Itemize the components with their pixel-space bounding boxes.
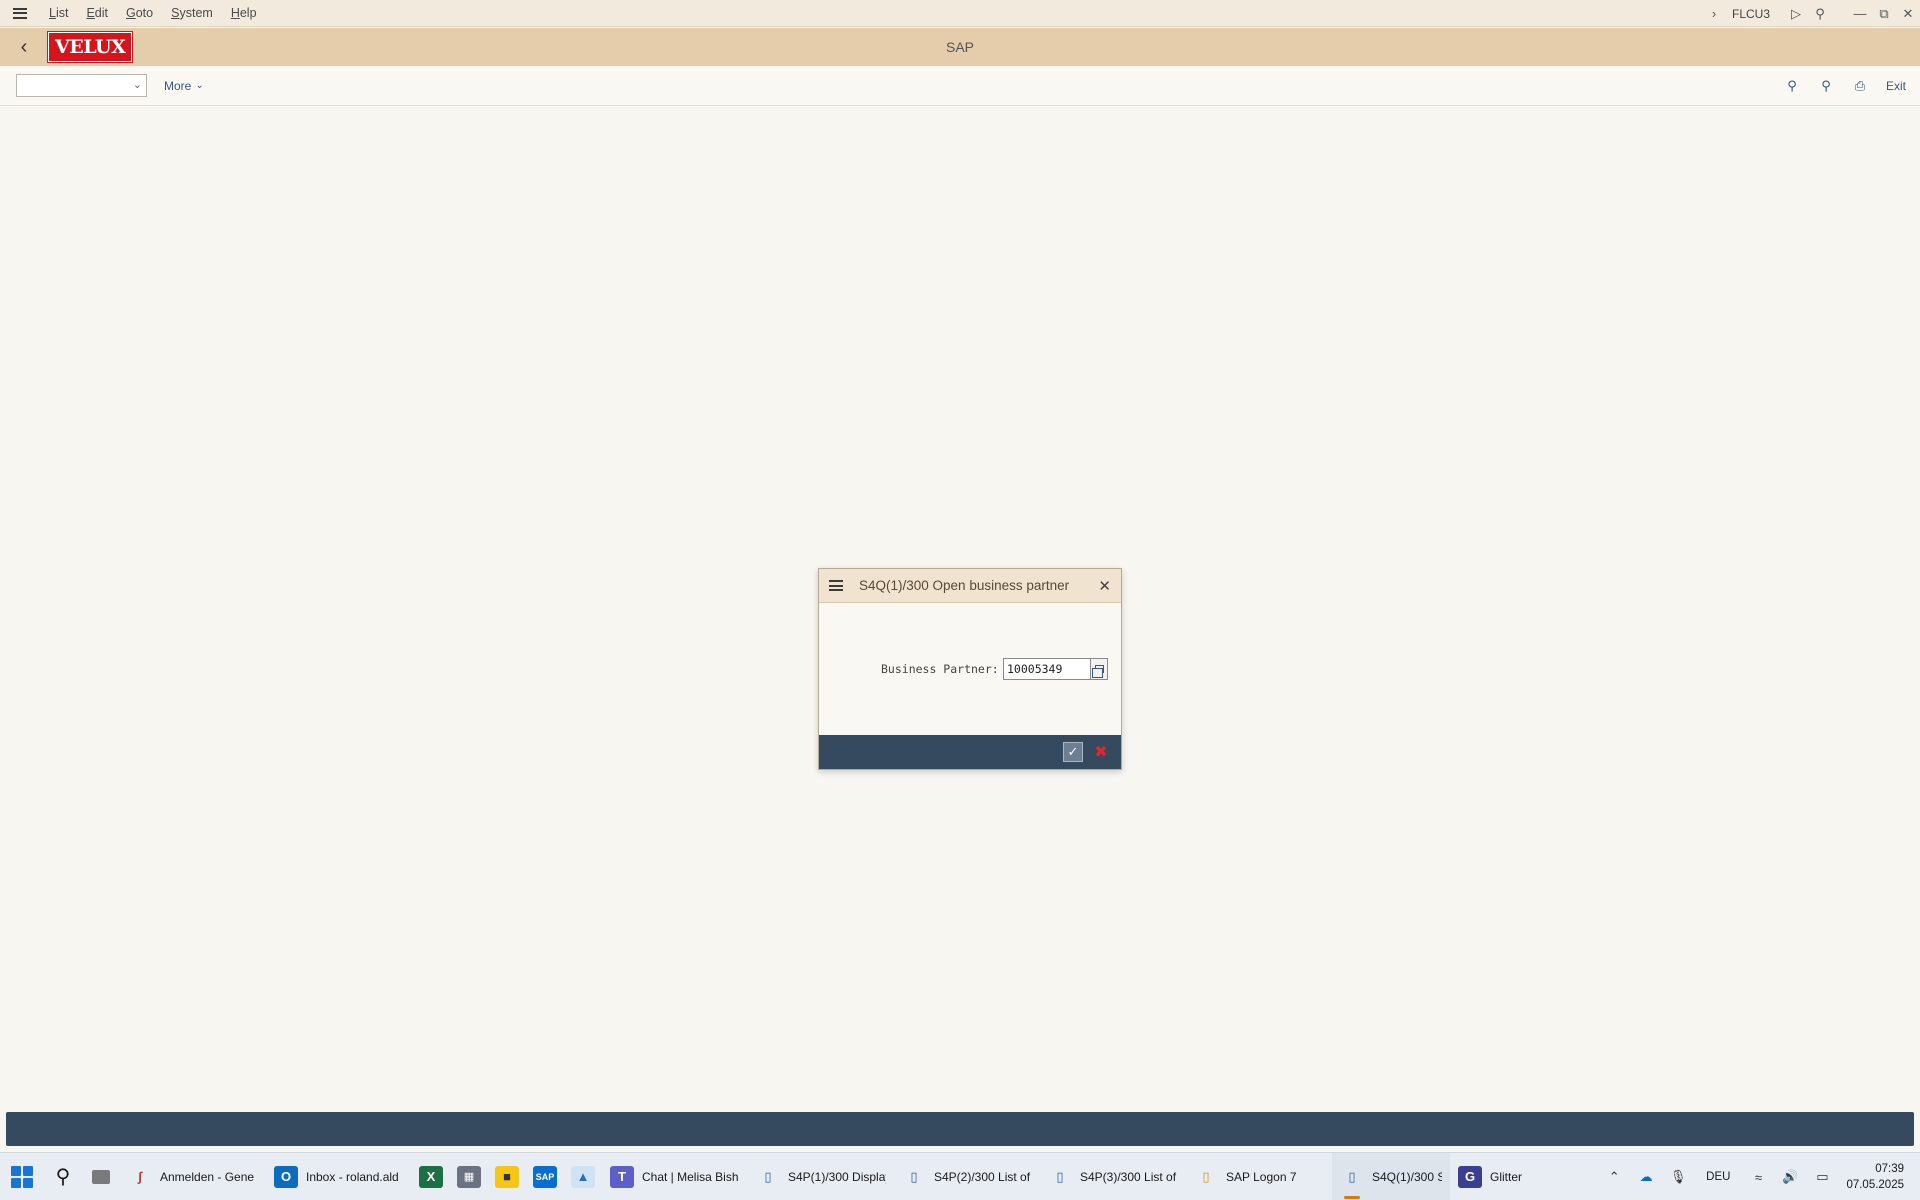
- menu-goto[interactable]: Goto: [117, 6, 162, 20]
- sap-gui-icon: ▯: [1348, 1168, 1356, 1184]
- header-title: SAP: [945, 39, 974, 55]
- status-bar: [6, 1112, 1914, 1146]
- taskbar-search-icon[interactable]: ⚲: [44, 1153, 82, 1200]
- menu-bar: List Edit Goto System Help › FLCU3 ▷ ⚲ —…: [0, 0, 1920, 27]
- sap-icon[interactable]: SAP: [526, 1153, 564, 1200]
- taskbar-app-s4p3[interactable]: ▯ S4P(3)/300 List of: [1040, 1153, 1186, 1200]
- minimize-icon[interactable]: —: [1848, 0, 1872, 27]
- system-tray: ⌃ ☁ 🎙 DEU ≈ 🔊 ▭ 07:39 07.05.2025: [1598, 1153, 1920, 1200]
- excel-icon[interactable]: X: [412, 1153, 450, 1200]
- sap-gui-icon: ▯: [910, 1168, 918, 1184]
- search-icon[interactable]: ⚲: [1780, 74, 1804, 98]
- print-icon[interactable]: ⎙: [1848, 74, 1872, 98]
- confirm-button[interactable]: ✓: [1063, 742, 1083, 762]
- microphone-icon[interactable]: 🎙: [1662, 1169, 1694, 1185]
- taskbar-app-s4p1[interactable]: ▯ S4P(1)/300 Display: [748, 1153, 894, 1200]
- more-label: More: [164, 78, 192, 93]
- taskbar-app-sap-logon[interactable]: ▯ SAP Logon 7: [1186, 1153, 1332, 1200]
- outlook-icon: O: [274, 1165, 298, 1188]
- anmelden-icon: ∫: [138, 1169, 142, 1184]
- menu-edit[interactable]: Edit: [77, 6, 117, 20]
- dialog-footer: ✓ ✖: [819, 735, 1121, 769]
- sap-logon-icon: ▯: [1202, 1168, 1210, 1184]
- value-help-icon[interactable]: [1091, 658, 1108, 680]
- menu-help[interactable]: Help: [222, 6, 266, 20]
- dialog-body: Business Partner: 10005349: [819, 603, 1121, 735]
- checkmark-icon: ✓: [1067, 744, 1079, 759]
- calculator-icon[interactable]: ▦: [450, 1153, 488, 1200]
- windows-start-icon[interactable]: [0, 1153, 44, 1200]
- cancel-x-icon: ✖: [1094, 744, 1108, 761]
- teams-icon: T: [610, 1165, 634, 1188]
- language-indicator[interactable]: DEU: [1706, 1171, 1730, 1183]
- exit-button[interactable]: Exit: [1886, 79, 1906, 93]
- more-menu-button[interactable]: More ⌄: [164, 79, 204, 93]
- clock[interactable]: 07:39 07.05.2025: [1846, 1161, 1904, 1193]
- onedrive-icon[interactable]: ☁: [1630, 1169, 1662, 1185]
- restore-icon[interactable]: ⧉: [1872, 0, 1896, 27]
- search-next-icon[interactable]: ⚲: [1814, 74, 1838, 98]
- cancel-button[interactable]: ✖: [1091, 742, 1111, 762]
- taskbar-app-anmelden[interactable]: ∫ Anmelden - Gene: [120, 1153, 266, 1200]
- taskbar-app-s4p2[interactable]: ▯ S4P(2)/300 List of: [894, 1153, 1040, 1200]
- open-business-partner-dialog: S4Q(1)/300 Open business partner ✕ Busin…: [818, 568, 1122, 770]
- task-view-icon[interactable]: [82, 1153, 120, 1200]
- taskbar-app-s4q1[interactable]: ▯ S4Q(1)/300 S: [1332, 1152, 1450, 1200]
- close-icon[interactable]: ✕: [1098, 577, 1111, 595]
- command-field[interactable]: ⌄: [16, 74, 147, 97]
- image-viewer-icon[interactable]: ▲: [564, 1153, 602, 1200]
- chevron-up-icon[interactable]: ⌃: [1598, 1169, 1630, 1185]
- business-partner-input[interactable]: 10005349: [1003, 658, 1091, 680]
- close-window-icon[interactable]: ✕: [1896, 0, 1920, 27]
- dialog-menu-icon[interactable]: [819, 569, 853, 603]
- application-toolbar: ⌄ More ⌄ ⚲ ⚲ ⎙ Exit: [0, 66, 1920, 106]
- wifi-icon[interactable]: ≈: [1742, 1170, 1774, 1185]
- chevron-down-icon: ⌄: [195, 80, 204, 91]
- dialog-title: S4Q(1)/300 Open business partner: [859, 578, 1070, 593]
- chevron-down-icon[interactable]: ⌄: [133, 78, 142, 91]
- clock-date: 07.05.2025: [1846, 1179, 1904, 1191]
- business-partner-label: Business Partner:: [881, 662, 999, 676]
- battery-icon[interactable]: ▭: [1806, 1169, 1838, 1185]
- menu-hamburger-icon[interactable]: [0, 0, 40, 27]
- volume-icon[interactable]: 🔊: [1774, 1169, 1806, 1185]
- glitter-icon: G: [1458, 1165, 1482, 1188]
- windows-taskbar: ⚲ ∫ Anmelden - Gene O Inbox - roland.ald…: [0, 1152, 1920, 1200]
- clock-time: 07:39: [1875, 1163, 1904, 1175]
- taskbar-app-glitter[interactable]: G Glitter: [1450, 1153, 1558, 1200]
- taskbar-app-teams[interactable]: T Chat | Melisa Bish: [602, 1153, 748, 1200]
- sticky-notes-icon[interactable]: ■: [488, 1153, 526, 1200]
- menu-system[interactable]: System: [162, 6, 222, 20]
- sap-gui-icon: ▯: [764, 1168, 772, 1184]
- velux-logo: VELUX: [46, 31, 134, 63]
- sap-gui-icon: ▯: [1056, 1168, 1064, 1184]
- unlock-icon[interactable]: ⚲: [1808, 0, 1832, 27]
- system-id: FLCU3: [1731, 6, 1770, 21]
- dialog-header: S4Q(1)/300 Open business partner ✕: [819, 569, 1121, 603]
- shell-header: ‹ VELUX SAP: [0, 28, 1920, 66]
- back-arrow-icon[interactable]: ‹: [0, 28, 48, 66]
- taskbar-app-outlook[interactable]: O Inbox - roland.ald: [266, 1153, 412, 1200]
- play-icon[interactable]: ▷: [1784, 0, 1808, 27]
- menu-list[interactable]: List: [40, 6, 77, 20]
- chevron-right-icon[interactable]: ›: [1702, 0, 1726, 27]
